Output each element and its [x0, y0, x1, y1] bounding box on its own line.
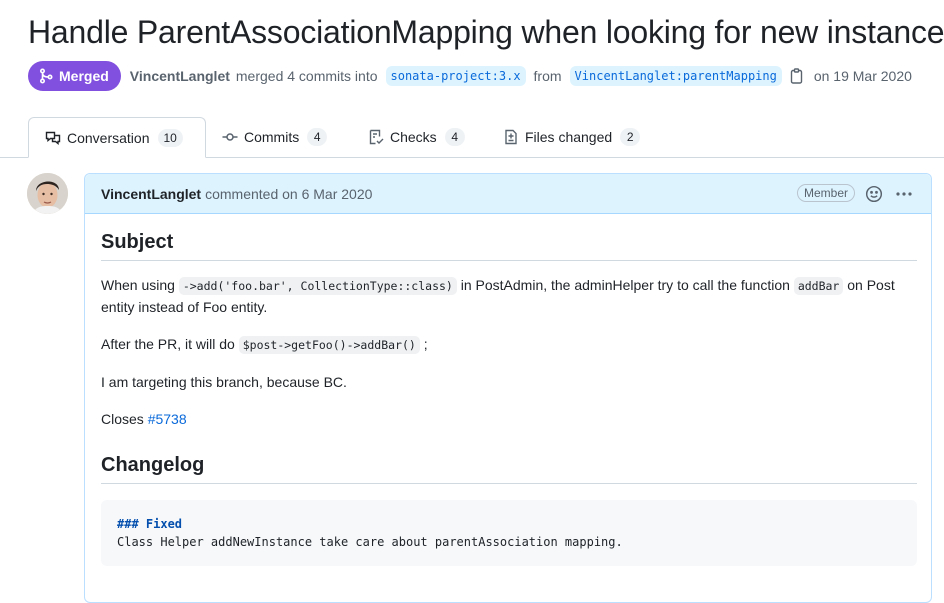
comment-discussion-icon [45, 131, 61, 145]
head-branch[interactable]: VincentLanglet:parentMapping [569, 66, 782, 86]
tab-conversation[interactable]: Conversation 10 [28, 117, 206, 158]
paragraph-2: After the PR, it will do $post->getFoo()… [101, 334, 917, 356]
base-branch[interactable]: sonata-project:3.x [385, 66, 526, 86]
code-block: ### Fixed Class Helper addNewInstance tak… [101, 500, 917, 566]
inline-code: $post->getFoo()->addBar() [238, 336, 420, 354]
checklist-icon [369, 129, 384, 145]
paragraph-4: Closes #5738 [101, 409, 917, 430]
paragraph-1: When using ->add('foo.bar', CollectionTy… [101, 275, 917, 318]
pr-tabs: Conversation 10 Commits 4 Checks 4 Files… [0, 117, 944, 158]
p1-text-a: When using [101, 277, 179, 293]
comment-box: VincentLanglet commented on 6 Mar 2020 M… [84, 173, 932, 603]
tab-counter: 4 [307, 128, 328, 146]
comment-author-link[interactable]: VincentLanglet [101, 186, 201, 202]
tab-counter: 4 [444, 128, 465, 146]
comment-header: VincentLanglet commented on 6 Mar 2020 M… [85, 174, 931, 214]
heading-changelog: Changelog [101, 454, 917, 484]
code-heading: ### Fixed [117, 517, 183, 531]
copy-icon[interactable] [790, 68, 804, 84]
p2-text-b: ; [419, 336, 428, 352]
merge-date: on 19 Mar 2020 [813, 68, 912, 84]
tab-counter: 10 [157, 128, 183, 147]
p1-text-b: in PostAdmin, the adminHelper try to cal… [456, 277, 794, 293]
file-diff-icon [505, 129, 517, 145]
issue-link[interactable]: #5738 [148, 411, 187, 427]
paragraph-3: I am targeting this branch, because BC. [101, 374, 347, 390]
from-text: from [533, 68, 562, 84]
tab-files-changed[interactable]: Files changed 2 [487, 117, 656, 157]
p2-text-a: After the PR, it will do [101, 336, 239, 352]
git-commit-icon [222, 133, 238, 141]
state-label: Merged [59, 68, 109, 84]
pr-meta: Merged VincentLanglet merged 4 commits i… [28, 61, 914, 91]
tab-counter: 2 [620, 128, 641, 146]
inline-code: ->add('foo.bar', CollectionType::class) [178, 277, 457, 295]
tab-label: Commits [244, 129, 300, 145]
comment-timestamp[interactable]: commented on 6 Mar 2020 [205, 186, 372, 202]
tab-label: Conversation [67, 129, 150, 146]
member-badge: Member [796, 184, 855, 202]
pr-title: Handle ParentAssociationMapping when loo… [28, 14, 944, 50]
comment-body: Subject When using ->add('foo.bar', Coll… [101, 214, 917, 566]
pr-author-link[interactable]: VincentLanglet [130, 68, 230, 84]
merged-badge: Merged [28, 61, 121, 91]
merge-text: merged 4 commits into [235, 68, 378, 84]
kebab-menu-icon[interactable] [895, 185, 913, 203]
smiley-icon[interactable] [865, 185, 883, 203]
code-line: Class Helper addNewInstance take care ab… [117, 535, 623, 549]
tab-checks[interactable]: Checks 4 [352, 117, 481, 157]
avatar[interactable] [27, 173, 68, 214]
git-merge-icon [39, 68, 53, 84]
inline-code: addBar [793, 277, 844, 295]
tab-label: Checks [390, 129, 437, 145]
heading-subject: Subject [101, 231, 917, 261]
p4-text: Closes [101, 411, 148, 427]
tab-commits[interactable]: Commits 4 [206, 117, 343, 157]
tab-label: Files changed [525, 129, 613, 145]
